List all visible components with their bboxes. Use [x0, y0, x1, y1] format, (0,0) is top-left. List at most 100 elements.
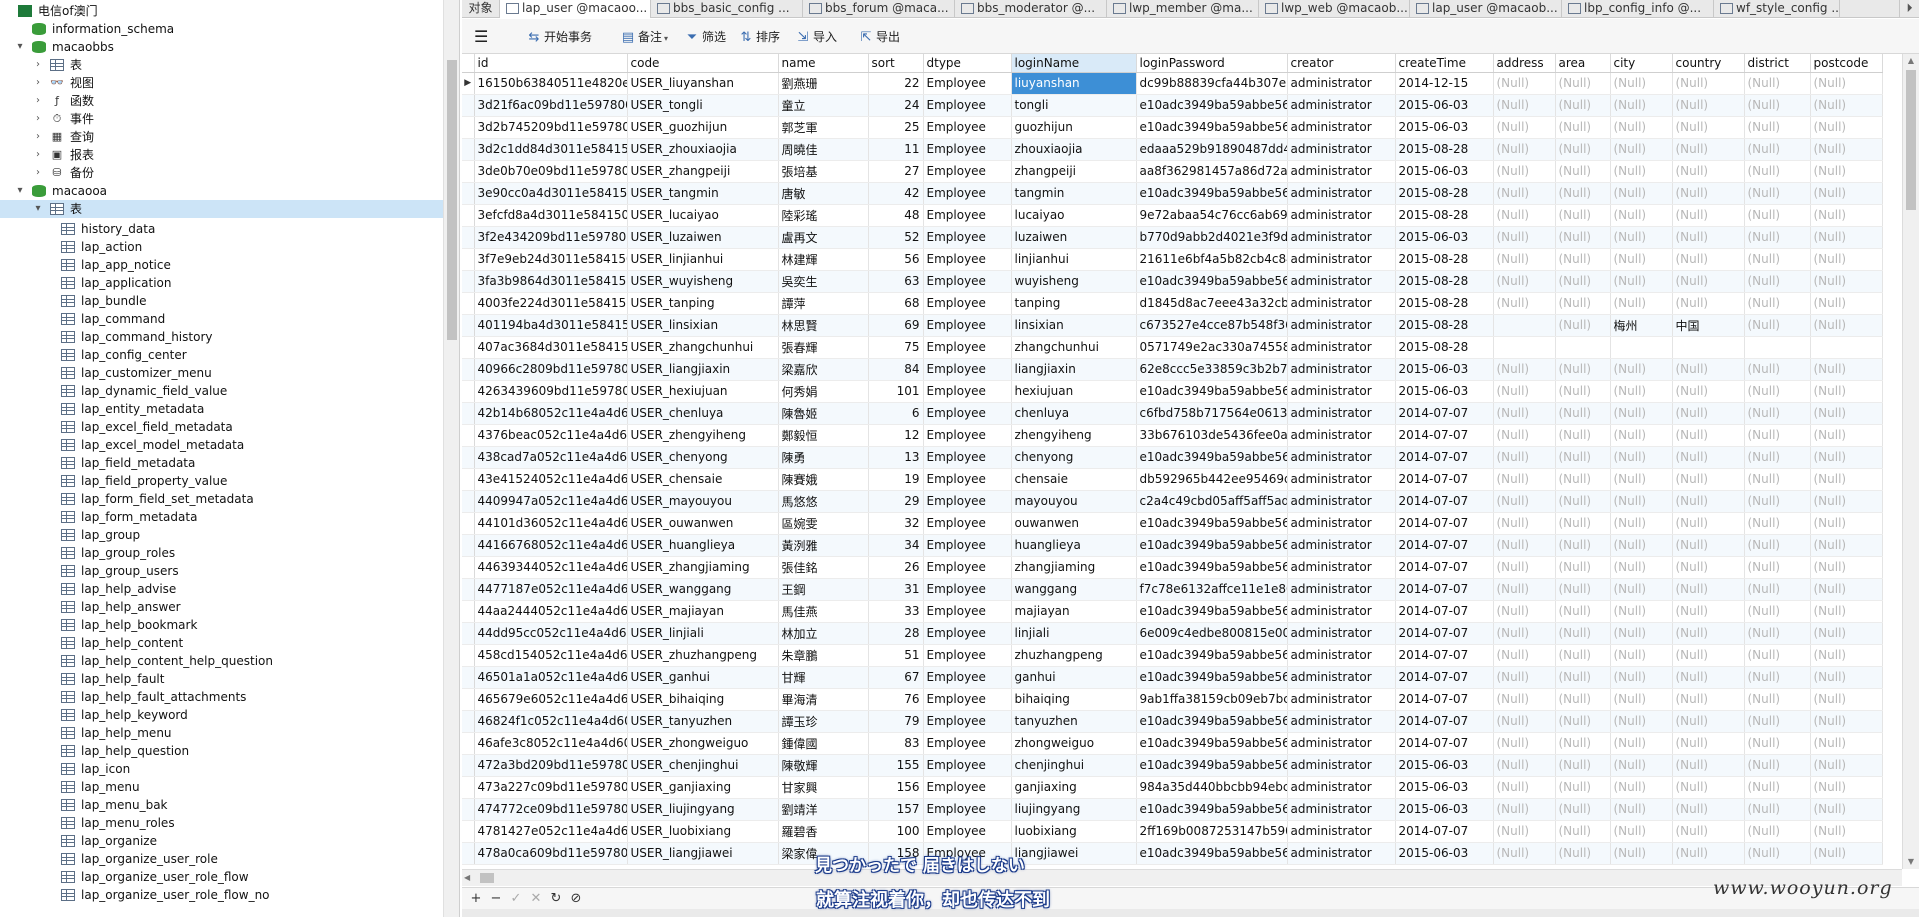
cell-address[interactable]: (Null)	[1493, 556, 1556, 579]
cell-dtype[interactable]: Employee	[923, 688, 1012, 711]
cell-name[interactable]: 張春輝	[778, 336, 869, 359]
cell-id[interactable]: 3de0b70e09bd11e597800	[474, 160, 628, 183]
tree-table-item[interactable]: lap_organize	[0, 832, 443, 850]
cell-district[interactable]: (Null)	[1744, 248, 1811, 271]
note-button[interactable]: ▤ 备注 ▾	[620, 27, 668, 47]
cell-id[interactable]: 46afe3c8052c11e4a4d60C	[474, 732, 628, 755]
cell-loginName[interactable]: chenyong	[1011, 446, 1137, 469]
cell-code[interactable]: USER_ganhui	[627, 666, 779, 689]
cell-area[interactable]: (Null)	[1555, 94, 1611, 117]
cell-loginPassword[interactable]: aa8f362981457a86d72a7	[1136, 160, 1288, 183]
cell-area[interactable]: (Null)	[1555, 358, 1611, 381]
cell-loginPassword[interactable]: e10adc3949ba59abbe56e	[1136, 512, 1288, 535]
cell-district[interactable]: (Null)	[1744, 116, 1811, 139]
cell-address[interactable]: (Null)	[1493, 468, 1556, 491]
cell-district[interactable]: (Null)	[1744, 424, 1811, 447]
table-row[interactable]: 438cad7a052c11e4a4d60 USER_chenyong 陳勇 13 Em…	[462, 446, 1883, 469]
cell-name[interactable]: 馬悠悠	[778, 490, 869, 513]
cell-name[interactable]: 陳敬輝	[778, 754, 869, 777]
cell-address[interactable]: (Null)	[1493, 248, 1556, 271]
cell-city[interactable]: (Null)	[1610, 116, 1673, 139]
cell-country[interactable]: (Null)	[1672, 754, 1745, 777]
cell-dtype[interactable]: Employee	[923, 292, 1012, 315]
cell-loginPassword[interactable]: e10adc3949ba59abbe56e	[1136, 380, 1288, 403]
cell-address[interactable]: (Null)	[1493, 842, 1556, 865]
cell-code[interactable]: USER_linjiali	[627, 622, 779, 645]
cell-postcode[interactable]: (Null)	[1810, 490, 1883, 513]
cell-creator[interactable]: administrator	[1287, 732, 1396, 755]
cell-country[interactable]: (Null)	[1672, 688, 1745, 711]
cell-address[interactable]: (Null)	[1493, 94, 1556, 117]
cell-code[interactable]: USER_chenluya	[627, 402, 779, 425]
cell-id[interactable]: 3efcfd8a4d3011e5841500	[474, 204, 628, 227]
tree-table-item[interactable]: lap_help_answer	[0, 598, 443, 616]
table-row[interactable]: 474772ce09bd11e597800 USER_liujingyang 劉靖洋…	[462, 798, 1883, 821]
cell-postcode[interactable]: (Null)	[1810, 226, 1883, 249]
column-header-code[interactable]: code	[627, 54, 779, 73]
tree-node[interactable]: ▾ macaobbs	[0, 38, 443, 56]
cell-name[interactable]: 陸彩瑤	[778, 204, 869, 227]
cell-country[interactable]: (Null)	[1672, 182, 1745, 205]
cell-loginName[interactable]: ouwanwen	[1011, 512, 1137, 535]
cell-area[interactable]	[1555, 336, 1611, 359]
cell-dtype[interactable]: Employee	[923, 160, 1012, 183]
row-marker[interactable]	[462, 402, 475, 425]
cell-address[interactable]: (Null)	[1493, 358, 1556, 381]
cell-name[interactable]: 譚玉珍	[778, 710, 869, 733]
cell-postcode[interactable]: (Null)	[1810, 446, 1883, 469]
tab-table[interactable]: lbp_config_info @...	[1562, 0, 1714, 18]
cell-creator[interactable]: administrator	[1287, 688, 1396, 711]
cell-dtype[interactable]: Employee	[923, 424, 1012, 447]
cell-name[interactable]: 陳勇	[778, 446, 869, 469]
cell-code[interactable]: USER_liangjiaxin	[627, 358, 779, 381]
cell-loginPassword[interactable]: edaaa529b91890487dd4	[1136, 138, 1288, 161]
cell-postcode[interactable]: (Null)	[1810, 182, 1883, 205]
cell-loginName[interactable]: tangmin	[1011, 182, 1137, 205]
cell-id[interactable]: 474772ce09bd11e597800	[474, 798, 628, 821]
cell-city[interactable]: (Null)	[1610, 182, 1673, 205]
tree-table-item[interactable]: lap_entity_metadata	[0, 400, 443, 418]
cell-postcode[interactable]: (Null)	[1810, 314, 1883, 337]
cell-postcode[interactable]: (Null)	[1810, 600, 1883, 623]
cell-area[interactable]: (Null)	[1555, 754, 1611, 777]
cell-creator[interactable]: administrator	[1287, 578, 1396, 601]
table-row[interactable]: 46824f1c052c11e4a4d60C USER_tanyuzhen 譚玉珍 7…	[462, 710, 1883, 733]
cell-createTime[interactable]: 2015-06-03	[1395, 226, 1494, 249]
cell-createTime[interactable]: 2014-07-07	[1395, 578, 1494, 601]
cell-name[interactable]: 劉燕珊	[778, 72, 869, 95]
cell-country[interactable]	[1672, 336, 1745, 359]
cell-area[interactable]: (Null)	[1555, 512, 1611, 535]
cell-id[interactable]: 3e90cc0a4d3011e5841500	[474, 182, 628, 205]
cell-creator[interactable]: administrator	[1287, 314, 1396, 337]
cell-createTime[interactable]: 2014-07-07	[1395, 402, 1494, 425]
cell-city[interactable]: (Null)	[1610, 226, 1673, 249]
cell-city[interactable]: (Null)	[1610, 446, 1673, 469]
cell-area[interactable]: (Null)	[1555, 314, 1611, 337]
cell-district[interactable]: (Null)	[1744, 468, 1811, 491]
cell-id[interactable]: 473a227c09bd11e597800	[474, 776, 628, 799]
cell-loginName[interactable]: linjianhui	[1011, 248, 1137, 271]
cell-address[interactable]: (Null)	[1493, 776, 1556, 799]
cell-loginName[interactable]: zhangjiaming	[1011, 556, 1137, 579]
cell-name[interactable]: 林思賢	[778, 314, 869, 337]
cell-loginName[interactable]: guozhijun	[1011, 116, 1137, 139]
cell-district[interactable]: (Null)	[1744, 600, 1811, 623]
cell-creator[interactable]: administrator	[1287, 600, 1396, 623]
column-header-createTime[interactable]: createTime	[1395, 54, 1494, 73]
cell-dtype[interactable]: Employee	[923, 116, 1012, 139]
cell-sort[interactable]: 63	[868, 270, 924, 293]
cell-district[interactable]: (Null)	[1744, 820, 1811, 843]
cell-city[interactable]: (Null)	[1610, 138, 1673, 161]
cell-country[interactable]: (Null)	[1672, 578, 1745, 601]
column-header-name[interactable]: name	[778, 54, 869, 73]
tree-table-item[interactable]: lap_group_roles	[0, 544, 443, 562]
cell-address[interactable]: (Null)	[1493, 490, 1556, 513]
cell-id[interactable]: 4376beac052c11e4a4d60	[474, 424, 628, 447]
cell-loginName[interactable]: zhuzhangpeng	[1011, 644, 1137, 667]
chevron-right-icon[interactable]	[14, 20, 26, 38]
row-marker[interactable]	[462, 292, 475, 315]
tree-table-item[interactable]: lap_organize_user_role_flow_no	[0, 886, 443, 904]
cell-creator[interactable]: administrator	[1287, 138, 1396, 161]
cell-address[interactable]: (Null)	[1493, 226, 1556, 249]
column-header-loginPassword[interactable]: loginPassword	[1136, 54, 1288, 73]
